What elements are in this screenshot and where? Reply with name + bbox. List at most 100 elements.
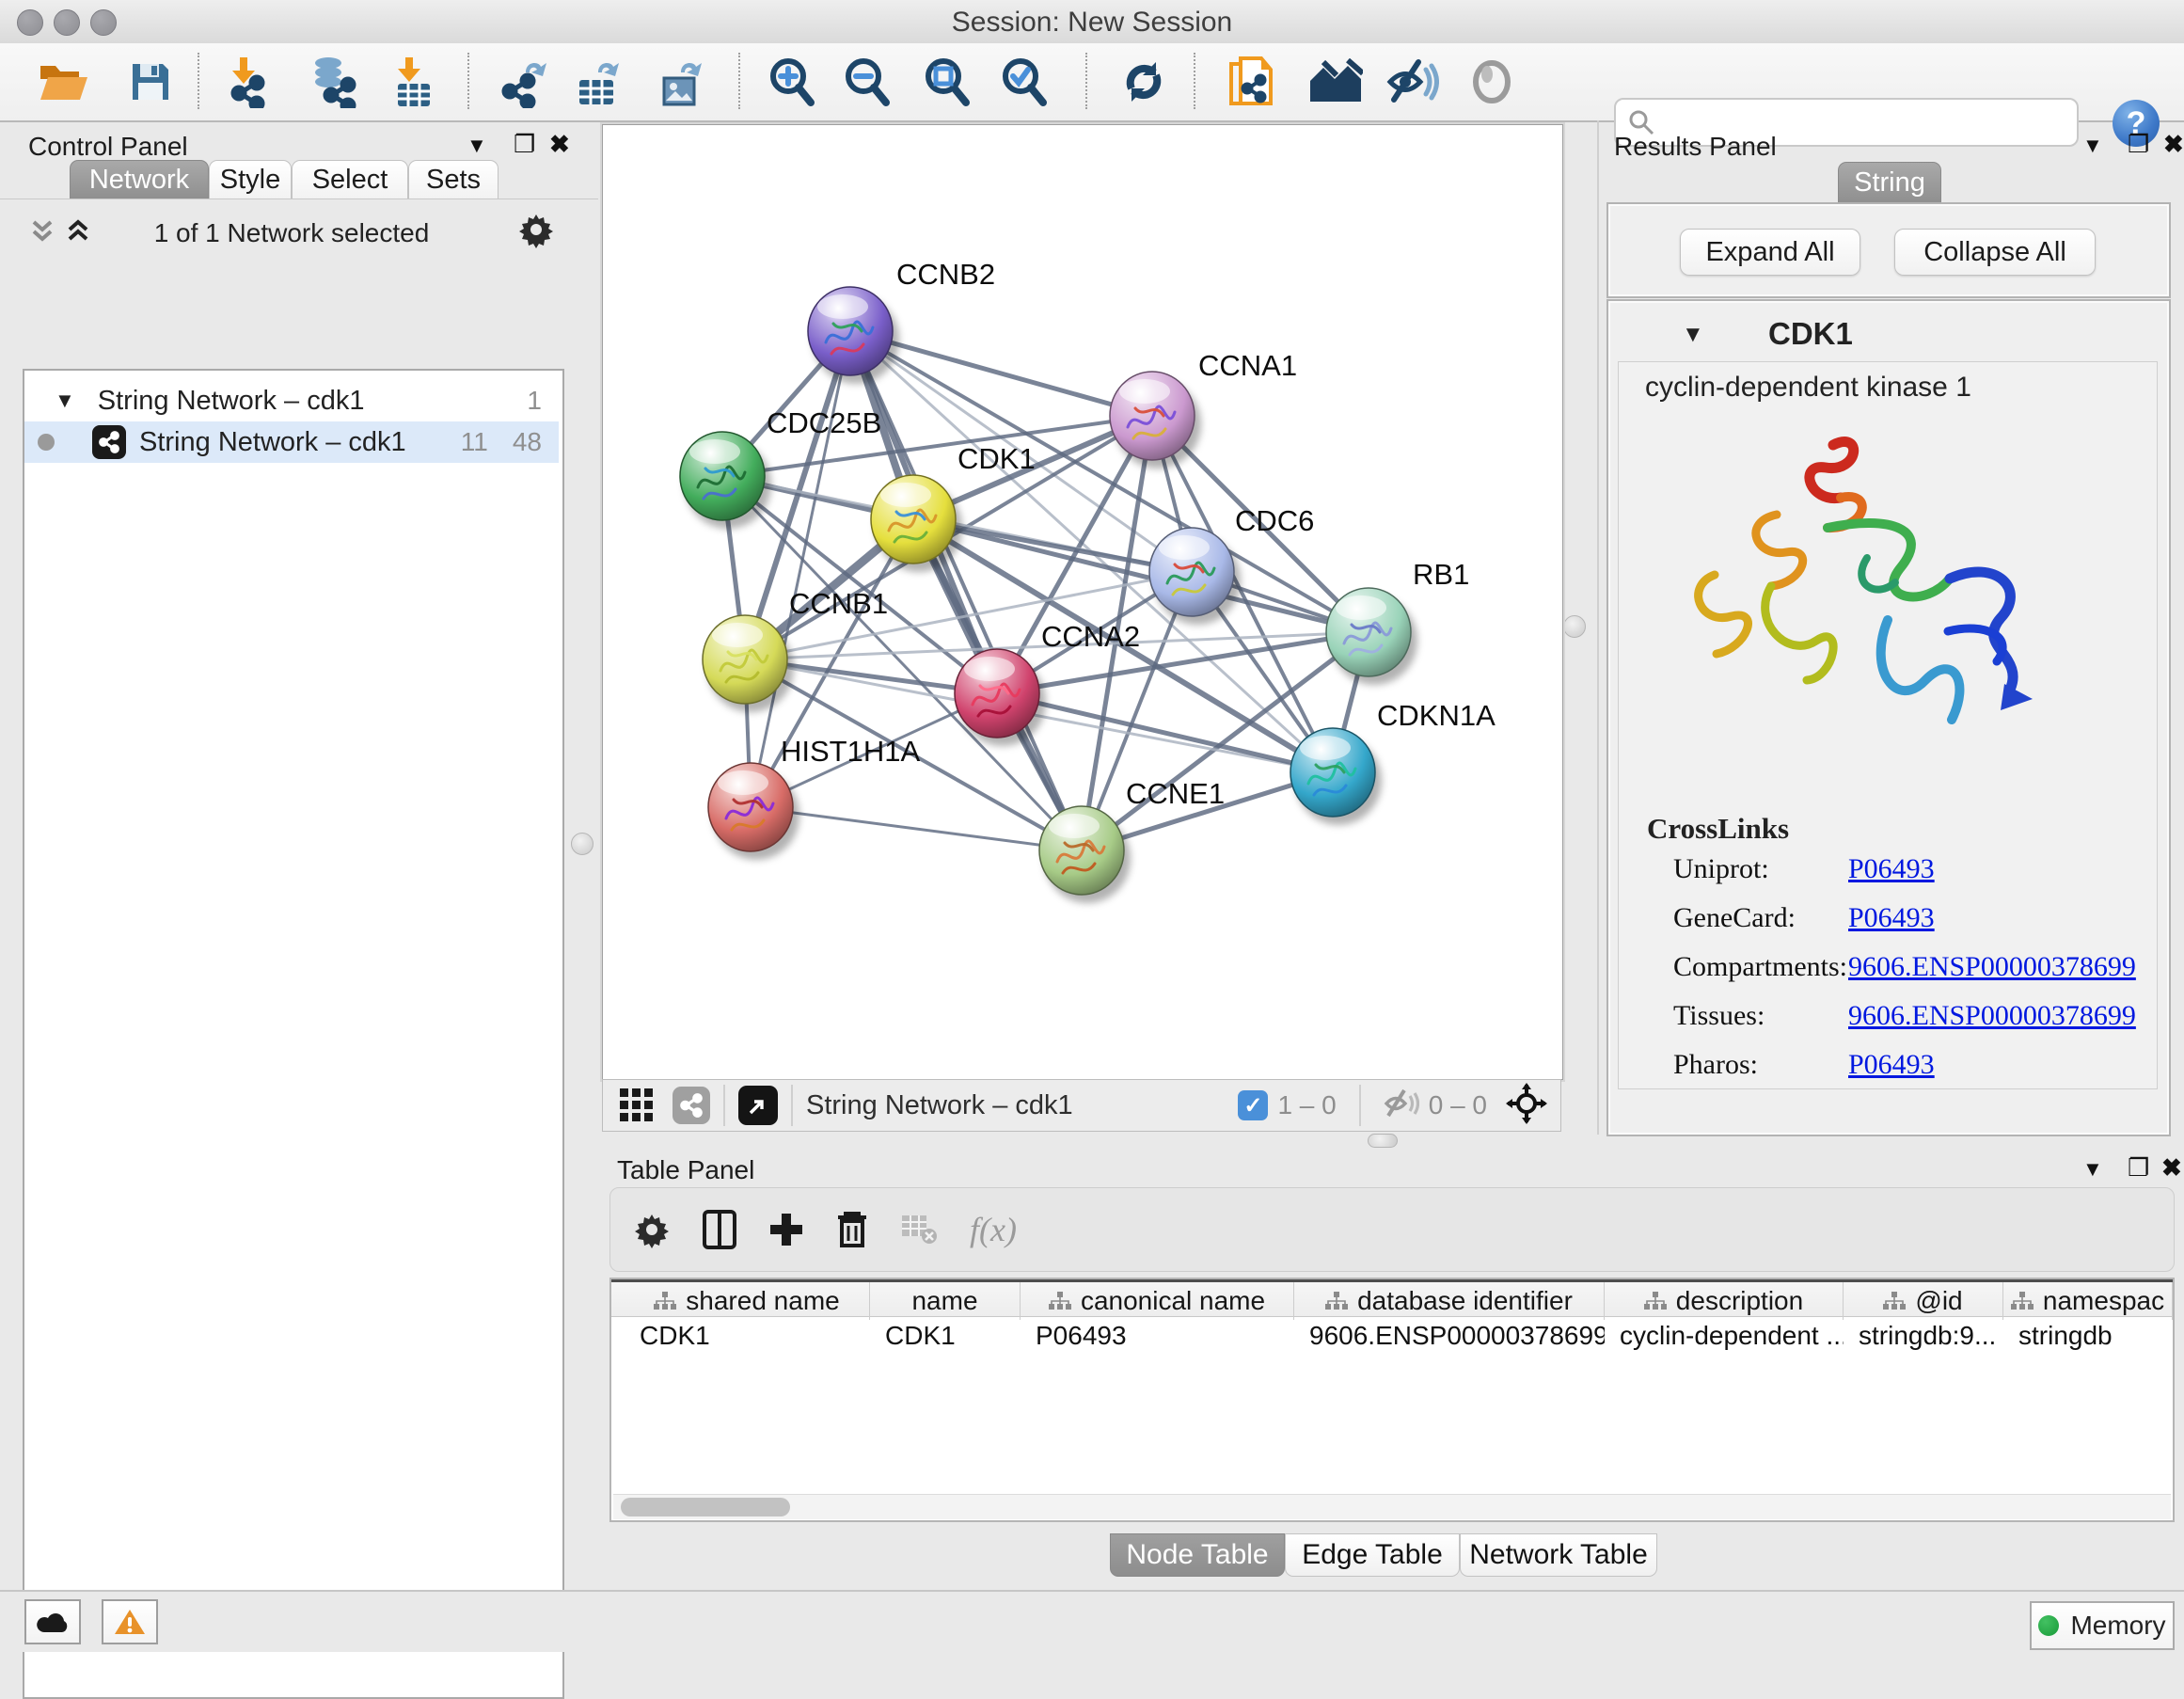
network-edge[interactable] (751, 807, 1082, 850)
collection-count: 1 (527, 386, 542, 416)
crosslink-link[interactable]: P06493 (1848, 853, 1935, 884)
column-header-label: description (1676, 1286, 1803, 1316)
save-icon[interactable] (123, 53, 178, 111)
network-node[interactable]: CCNE1 (1039, 777, 1225, 903)
network-share-icon[interactable] (673, 1087, 710, 1124)
entry-expander-icon[interactable]: ▼ (1682, 322, 1704, 348)
results-panel-title: Results Panel (1614, 132, 1777, 162)
network-row[interactable]: String Network – cdk1 11 48 (24, 421, 559, 463)
zoom-selected-icon[interactable] (997, 53, 1052, 111)
collapse-all-button[interactable]: Collapse All (1894, 229, 2096, 276)
show-hide-icon[interactable] (1385, 53, 1440, 111)
network-canvas[interactable]: CCNB2CCNA1CDC25BCDK1CDC6RB1CCNB1CCNA2CDK… (602, 124, 1563, 1080)
right-splitter-handle[interactable] (1563, 615, 1586, 638)
scrollbar-thumb[interactable] (621, 1498, 790, 1516)
network-node[interactable]: RB1 (1326, 558, 1469, 685)
control-panel: Control Panel ▼ ❐ ✖ Network Style Select… (0, 120, 598, 1588)
network-node[interactable]: HIST1H1A (708, 735, 920, 860)
clone-network-icon[interactable] (1224, 53, 1278, 111)
crosslink-link[interactable]: P06493 (1848, 902, 1935, 933)
column-header[interactable]: database identifier (1294, 1282, 1605, 1320)
crosslink-link[interactable]: 9606.ENSP00000378699 (1848, 1000, 2136, 1031)
network-selection-status: 1 of 1 Network selected (103, 218, 480, 248)
panel-menu-icon[interactable]: ▼ (467, 135, 487, 156)
window-title: Session: New Session (0, 7, 2184, 39)
tab-select[interactable]: Select (292, 160, 408, 199)
network-edge[interactable] (997, 693, 1333, 772)
open-in-window-icon[interactable] (738, 1086, 778, 1125)
table-panel-float-icon[interactable]: ❐ (2128, 1155, 2149, 1180)
export-table-icon[interactable] (569, 53, 624, 111)
node-label: CDKN1A (1377, 699, 1496, 732)
table-cell[interactable]: 9606.ENSP00000378699 (1294, 1319, 1605, 1353)
function-builder-icon: f(x) (970, 1210, 1017, 1249)
cloud-button[interactable] (24, 1599, 81, 1644)
table-horizontal-scrollbar[interactable] (613, 1494, 2171, 1519)
open-folder-icon[interactable] (37, 53, 91, 111)
export-image-icon[interactable] (652, 53, 706, 111)
collapse-all-tree-icon[interactable] (62, 214, 94, 251)
delete-column-icon[interactable] (836, 1210, 868, 1249)
results-close-icon[interactable]: ✖ (2163, 132, 2184, 156)
memory-button[interactable]: Memory (2030, 1601, 2175, 1650)
pan-crosshair-icon[interactable] (1506, 1083, 1547, 1129)
network-options-gear-icon[interactable] (517, 211, 555, 253)
tab-sets[interactable]: Sets (408, 160, 499, 199)
left-splitter-handle[interactable] (571, 833, 593, 855)
zoom-in-icon[interactable] (765, 53, 819, 111)
table-cell[interactable]: cyclin-dependent ... (1605, 1319, 1844, 1353)
add-column-icon[interactable] (768, 1212, 804, 1247)
export-network-icon[interactable] (496, 53, 550, 111)
zoom-out-icon[interactable] (840, 53, 894, 111)
table-cell[interactable]: stringdb (2003, 1319, 2173, 1353)
column-header[interactable]: description (1605, 1282, 1844, 1320)
table-panel-menu-icon[interactable]: ▼ (2082, 1159, 2103, 1180)
zoom-fit-icon[interactable] (920, 53, 974, 111)
panel-float-icon[interactable]: ❐ (514, 132, 535, 156)
table-tab-edge-table[interactable]: Edge Table (1285, 1533, 1460, 1577)
column-header[interactable]: namespac (2003, 1282, 2173, 1320)
column-header[interactable]: name (870, 1282, 1021, 1320)
crosslink-label: GeneCard: (1673, 902, 1848, 934)
crosslink-row: GeneCard:P06493 (1673, 902, 2144, 951)
home-icon[interactable] (1308, 53, 1363, 111)
selected-node-edge-counts: 1 – 0 (1277, 1090, 1336, 1120)
column-header[interactable]: @id (1844, 1282, 2003, 1320)
hidden-node-edge-counts: 0 – 0 (1429, 1090, 1487, 1120)
tab-network[interactable]: Network (70, 160, 209, 199)
column-header[interactable]: shared name (625, 1282, 870, 1320)
table-cell[interactable]: P06493 (1021, 1319, 1294, 1353)
results-float-icon[interactable]: ❐ (2128, 132, 2149, 156)
warning-button[interactable] (102, 1599, 158, 1644)
eye-icon[interactable] (1464, 53, 1519, 111)
network-collection-row[interactable]: ▼ String Network – cdk1 1 (24, 380, 559, 421)
import-network-icon[interactable] (217, 53, 272, 111)
table-panel-close-icon[interactable]: ✖ (2161, 1155, 2182, 1180)
import-database-icon[interactable] (304, 53, 358, 111)
table-gear-icon[interactable] (633, 1211, 671, 1248)
network-node[interactable]: CDKN1A (1290, 699, 1496, 825)
table-cell[interactable]: CDK1 (870, 1319, 1021, 1353)
grid-view-icon[interactable] (618, 1085, 656, 1127)
table-cell[interactable]: CDK1 (625, 1319, 870, 1353)
table-tab-node-table[interactable]: Node Table (1110, 1533, 1285, 1577)
tab-string[interactable]: String (1838, 162, 1941, 203)
refresh-icon[interactable] (1116, 53, 1171, 111)
crosslink-link[interactable]: 9606.ENSP00000378699 (1848, 951, 2136, 982)
selected-checkbox-icon[interactable]: ✓ (1238, 1090, 1268, 1120)
import-table-icon[interactable] (385, 53, 439, 111)
expand-all-button[interactable]: Expand All (1680, 229, 1860, 276)
column-header-label: shared name (686, 1286, 839, 1316)
expand-all-tree-icon[interactable] (26, 214, 58, 251)
table-tab-network-table[interactable]: Network Table (1460, 1533, 1657, 1577)
panel-close-icon[interactable]: ✖ (549, 132, 570, 156)
column-header[interactable]: canonical name (1021, 1282, 1294, 1320)
results-menu-icon[interactable]: ▼ (2082, 135, 2103, 156)
tab-style[interactable]: Style (209, 160, 292, 199)
show-columns-icon[interactable] (703, 1210, 736, 1249)
table-cell[interactable]: stringdb:9... (1844, 1319, 2003, 1353)
crosslink-row: Uniprot:P06493 (1673, 853, 2144, 902)
tree-expander-icon[interactable]: ▼ (55, 389, 75, 413)
crosslink-link[interactable]: P06493 (1848, 1049, 1935, 1080)
network-node[interactable]: CCNA1 (1110, 349, 1297, 468)
